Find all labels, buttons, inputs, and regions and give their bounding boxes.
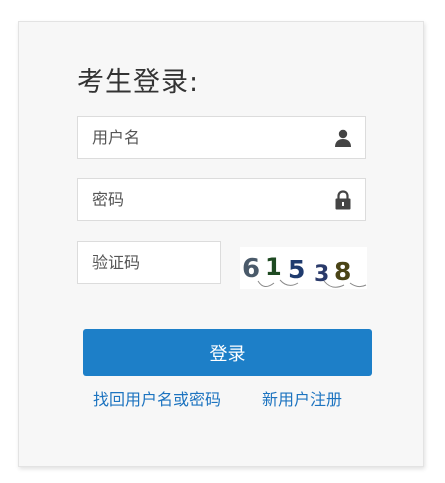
register-link[interactable]: 新用户注册 <box>262 386 342 410</box>
password-field[interactable] <box>77 178 366 221</box>
svg-text:6: 6 <box>242 254 260 284</box>
password-input[interactable] <box>92 179 312 220</box>
username-input[interactable] <box>92 117 312 158</box>
captcha-field[interactable] <box>77 241 221 284</box>
login-button[interactable]: 登录 <box>83 329 372 376</box>
captcha-input[interactable] <box>92 242 212 283</box>
user-icon <box>335 129 351 147</box>
username-field[interactable] <box>77 116 366 159</box>
svg-text:8: 8 <box>334 257 351 286</box>
svg-text:1: 1 <box>265 253 282 281</box>
svg-text:5: 5 <box>288 255 305 284</box>
captcha-image[interactable]: 6 1 5 3 8 <box>240 247 367 289</box>
login-title: 考生登录: <box>77 67 200 98</box>
forgot-password-link[interactable]: 找回用户名或密码 <box>93 386 221 410</box>
lock-icon <box>335 190 351 210</box>
svg-text:3: 3 <box>314 262 329 287</box>
